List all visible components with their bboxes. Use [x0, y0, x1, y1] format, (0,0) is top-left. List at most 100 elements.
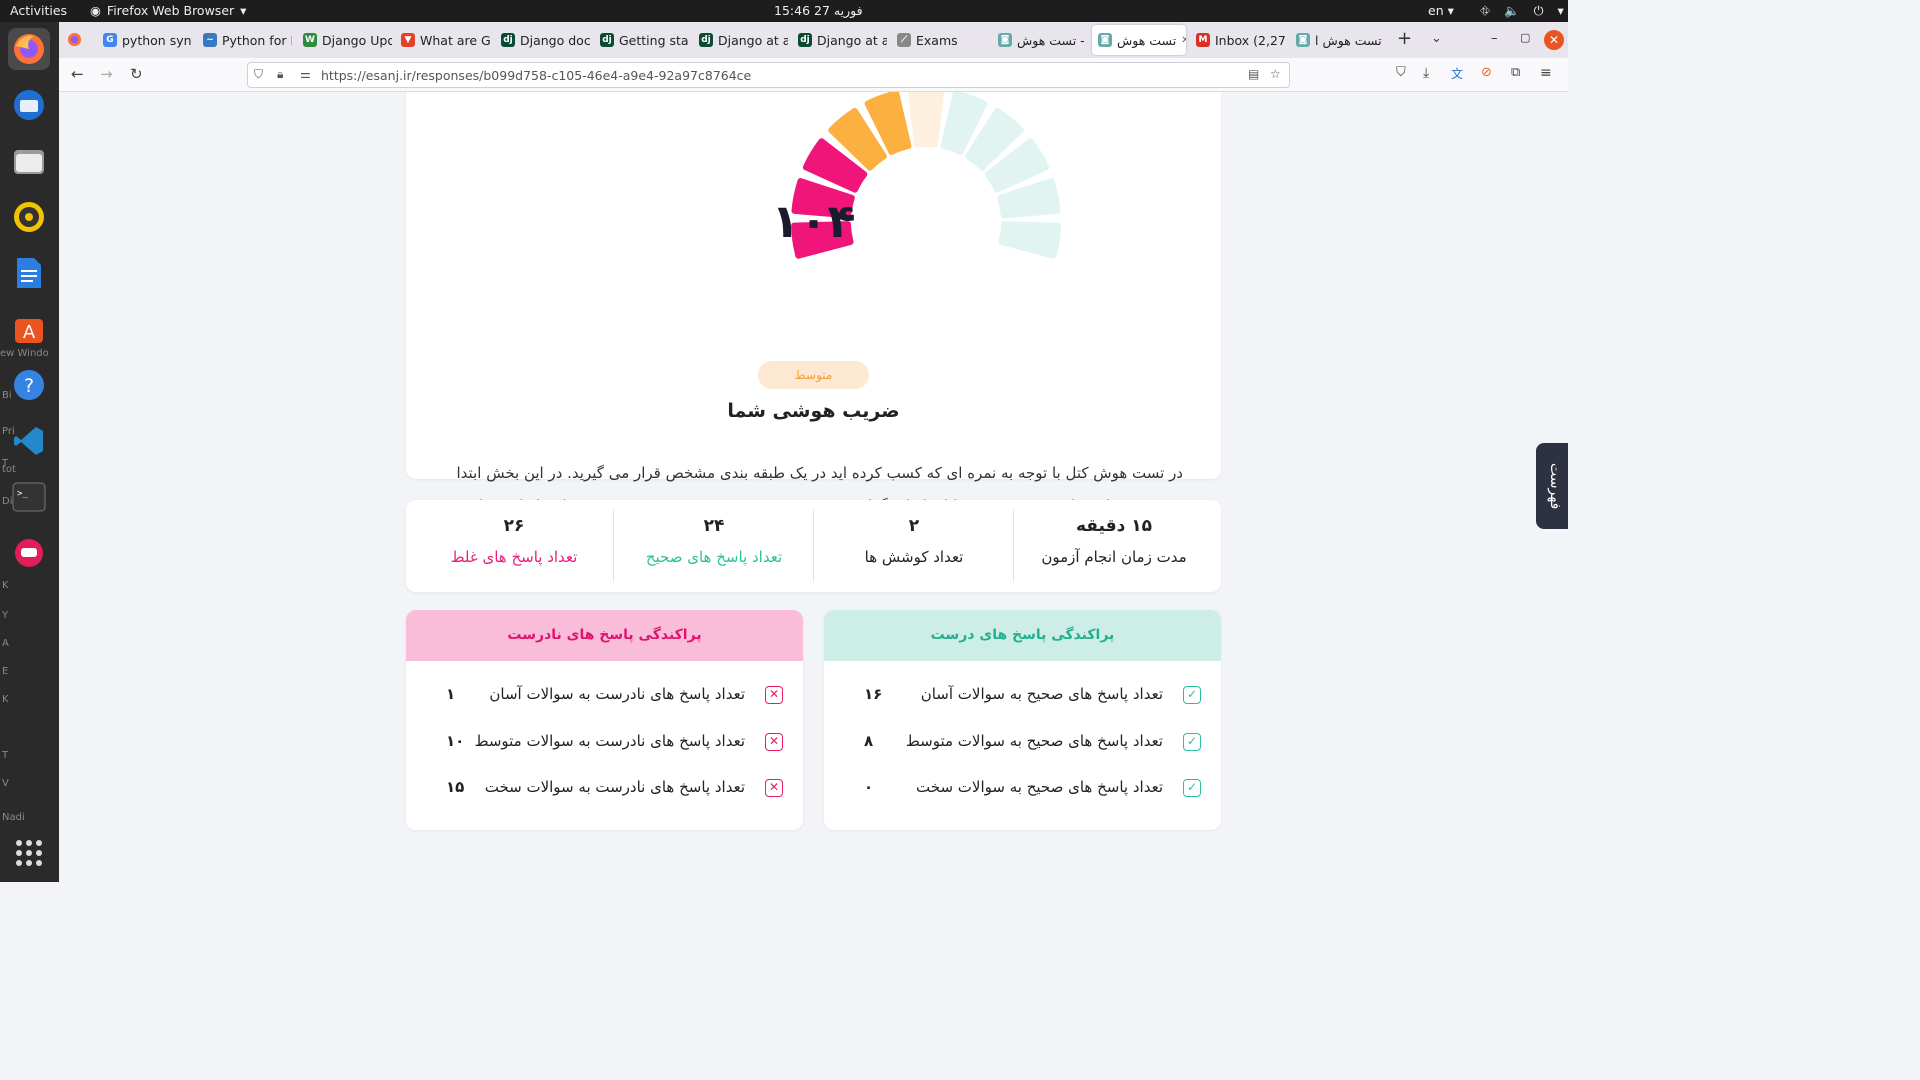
contents-side-tab-label: فهرست [1547, 463, 1563, 510]
minimize-button[interactable]: – [1491, 31, 1498, 46]
url-bar[interactable]: ⛉ 🔒︎ ⚌ https://esanj.ir/responses/b099d7… [247, 62, 1290, 88]
iq-score-card: ۱۰۴ متوسط ضریب هوشی شما در تست هوش کتل ب… [406, 92, 1221, 548]
browser-tab[interactable]: W Django Upd [297, 25, 392, 55]
background-window-text: Bi [2, 390, 12, 401]
wrong-distribution-card: پراکندگی پاسخ های نادرست ✕ تعداد پاسخ ها… [406, 610, 803, 830]
files-dock-icon[interactable] [8, 140, 50, 182]
list-item: ✕ تعداد پاسخ های نادرست به سوالات متوسط … [426, 728, 783, 758]
django-icon: dj [798, 33, 812, 47]
web-page: ۱۰۴ متوسط ضریب هوشی شما در تست هوش کتل ب… [59, 92, 1568, 882]
browser-tab-strip: Gpython synt ~ Python for E W Django Upd ▼ Wha… [59, 22, 1568, 58]
row-label: تعداد پاسخ های صحیح به سوالات آسان [920, 685, 1163, 703]
browser-tab[interactable]: dj Getting star [594, 25, 689, 55]
forward-button[interactable]: → [100, 65, 113, 83]
stat-wrong-value: ۲۶ [503, 516, 525, 536]
stat-correct-label: تعداد پاسخ های صحیح [645, 548, 783, 566]
browser-tab[interactable]: ▼ What are Gi [395, 25, 490, 55]
system-tray[interactable]: ⛗ 🔈 ⏻ ▾ [1480, 3, 1564, 19]
tab-label: What are Gi [420, 32, 490, 48]
extensions-icon[interactable]: ⧉ [1511, 65, 1520, 80]
correct-distribution-card: پراکندگی پاسخ های درست ✓ تعداد پاسخ های … [824, 610, 1221, 830]
stat-duration-value: ۱۵ دقیقه [1075, 516, 1153, 536]
firefox-small-icon: ◉ [90, 3, 101, 18]
chat-dock-icon[interactable] [8, 532, 50, 574]
browser-tab[interactable]: dj Django at a [693, 25, 788, 55]
stat-wrong: ۲۶ تعداد پاسخ های غلط [414, 510, 614, 582]
stat-attempts-value: ۲ [908, 516, 920, 536]
row-value: ۱ [446, 685, 456, 703]
language-indicator[interactable]: en ▾ [1428, 3, 1454, 18]
close-window-button[interactable]: ✕ [1544, 30, 1564, 50]
row-label: تعداد پاسخ های نادرست به سوالات سخت [484, 778, 745, 796]
tab-label: Inbox (2,278 [1215, 32, 1285, 48]
tab-label: Python for E [222, 32, 292, 48]
background-window-text: tot [2, 464, 16, 475]
extension-icon[interactable]: ⊘ [1481, 65, 1492, 80]
contents-side-tab[interactable]: فهرست [1536, 443, 1568, 529]
row-value: ۸ [864, 732, 874, 750]
url-text[interactable]: https://esanj.ir/responses/b099d758-c105… [321, 68, 751, 83]
tab-label: تست هوش ا [1315, 32, 1382, 48]
browser-tab[interactable]: M Inbox (2,278 [1190, 25, 1285, 55]
browser-tab[interactable]: ◙ تست هوش ا [1290, 25, 1385, 55]
back-button[interactable]: ← [71, 65, 84, 83]
background-window-text: Di [2, 496, 13, 507]
navigation-toolbar: ← → ↻ ⛉ 🔒︎ ⚌ https://esanj.ir/responses/… [59, 58, 1568, 92]
app-menu[interactable]: ◉ Firefox Web Browser ▾ [90, 3, 246, 18]
firefox-dock-icon[interactable] [8, 28, 50, 70]
background-window-text: K [2, 580, 9, 591]
tab-label: python synt [122, 32, 192, 48]
stat-attempts: ۲ تعداد کوشش ها [814, 510, 1014, 582]
django-icon: dj [699, 33, 713, 47]
background-window-text: A [2, 638, 9, 649]
browser-tab[interactable]: dj Django doc [495, 25, 590, 55]
list-item: ✓ تعداد پاسخ های صحیح به سوالات آسان ۱۶ [844, 681, 1201, 711]
tab-label: Django at a [718, 32, 788, 48]
iq-value: ۱۰۴ [771, 194, 856, 248]
list-item: ✕ تعداد پاسخ های نادرست به سوالات آسان ۱ [426, 681, 783, 711]
check-icon: ✓ [1183, 686, 1201, 704]
browser-tab[interactable]: ~ Python for E [197, 25, 292, 55]
thunderbird-dock-icon[interactable] [8, 84, 50, 126]
translate-extension-icon[interactable]: 文 [1451, 65, 1463, 82]
google-icon: G [103, 33, 117, 47]
stat-correct-value: ۲۴ [703, 516, 725, 536]
software-center-dock-icon[interactable]: A [8, 308, 50, 350]
downloads-icon[interactable]: ⤓ [1423, 65, 1429, 81]
background-window-text: E [2, 666, 9, 677]
app-menu-label: Firefox Web Browser [106, 3, 235, 18]
rhythmbox-dock-icon[interactable] [8, 196, 50, 238]
tab-label: Exams [916, 32, 958, 48]
firefox-view-icon[interactable] [67, 32, 82, 51]
close-tab-icon[interactable]: ✕ [1181, 35, 1186, 46]
browser-tab[interactable]: dj Django at a [792, 25, 887, 55]
browser-tab[interactable]: ◙ تست هوش - [992, 25, 1087, 55]
cross-icon: ✕ [765, 733, 783, 751]
writer-dock-icon[interactable] [8, 252, 50, 294]
background-window-text: K [2, 694, 9, 705]
menu-icon[interactable]: ≡ [1540, 65, 1552, 81]
maximize-button[interactable]: ▢ [1520, 31, 1530, 44]
svg-text:A: A [23, 322, 36, 343]
reload-button[interactable]: ↻ [130, 65, 143, 83]
list-tabs-button[interactable]: ⌄ [1431, 31, 1442, 46]
lock-icon[interactable]: 🔒︎ [277, 67, 283, 82]
stats-card: ۱۵ دقیقه مدت زمان انجام آزمون ۲ تعداد کو… [406, 500, 1221, 592]
row-label: تعداد پاسخ های صحیح به سوالات متوسط [905, 732, 1163, 750]
esanj-icon: ◙ [1098, 33, 1112, 47]
browser-tab[interactable]: Gpython synt [97, 25, 192, 55]
new-tab-button[interactable]: + [1397, 28, 1412, 49]
power-icon: ⏻ [1533, 3, 1544, 18]
django-icon: dj [501, 33, 515, 47]
clock[interactable]: 15:46 27 فوریه [774, 3, 863, 18]
pocket-icon[interactable]: ⛉ [1396, 65, 1406, 80]
activities-button[interactable]: Activities [10, 3, 67, 18]
reader-view-icon[interactable]: ▤ [1248, 67, 1259, 81]
browser-tab[interactable]: ⟋ Exams [891, 25, 986, 55]
browser-tab[interactable]: ◙ تست هوش ✕ [1092, 25, 1186, 55]
show-apps-icon[interactable] [16, 840, 42, 866]
python-icon: ~ [203, 33, 217, 47]
bookmark-star-icon[interactable]: ☆ [1270, 67, 1281, 81]
shield-icon[interactable]: ⛉ [254, 67, 263, 82]
permissions-icon[interactable]: ⚌ [300, 67, 311, 81]
